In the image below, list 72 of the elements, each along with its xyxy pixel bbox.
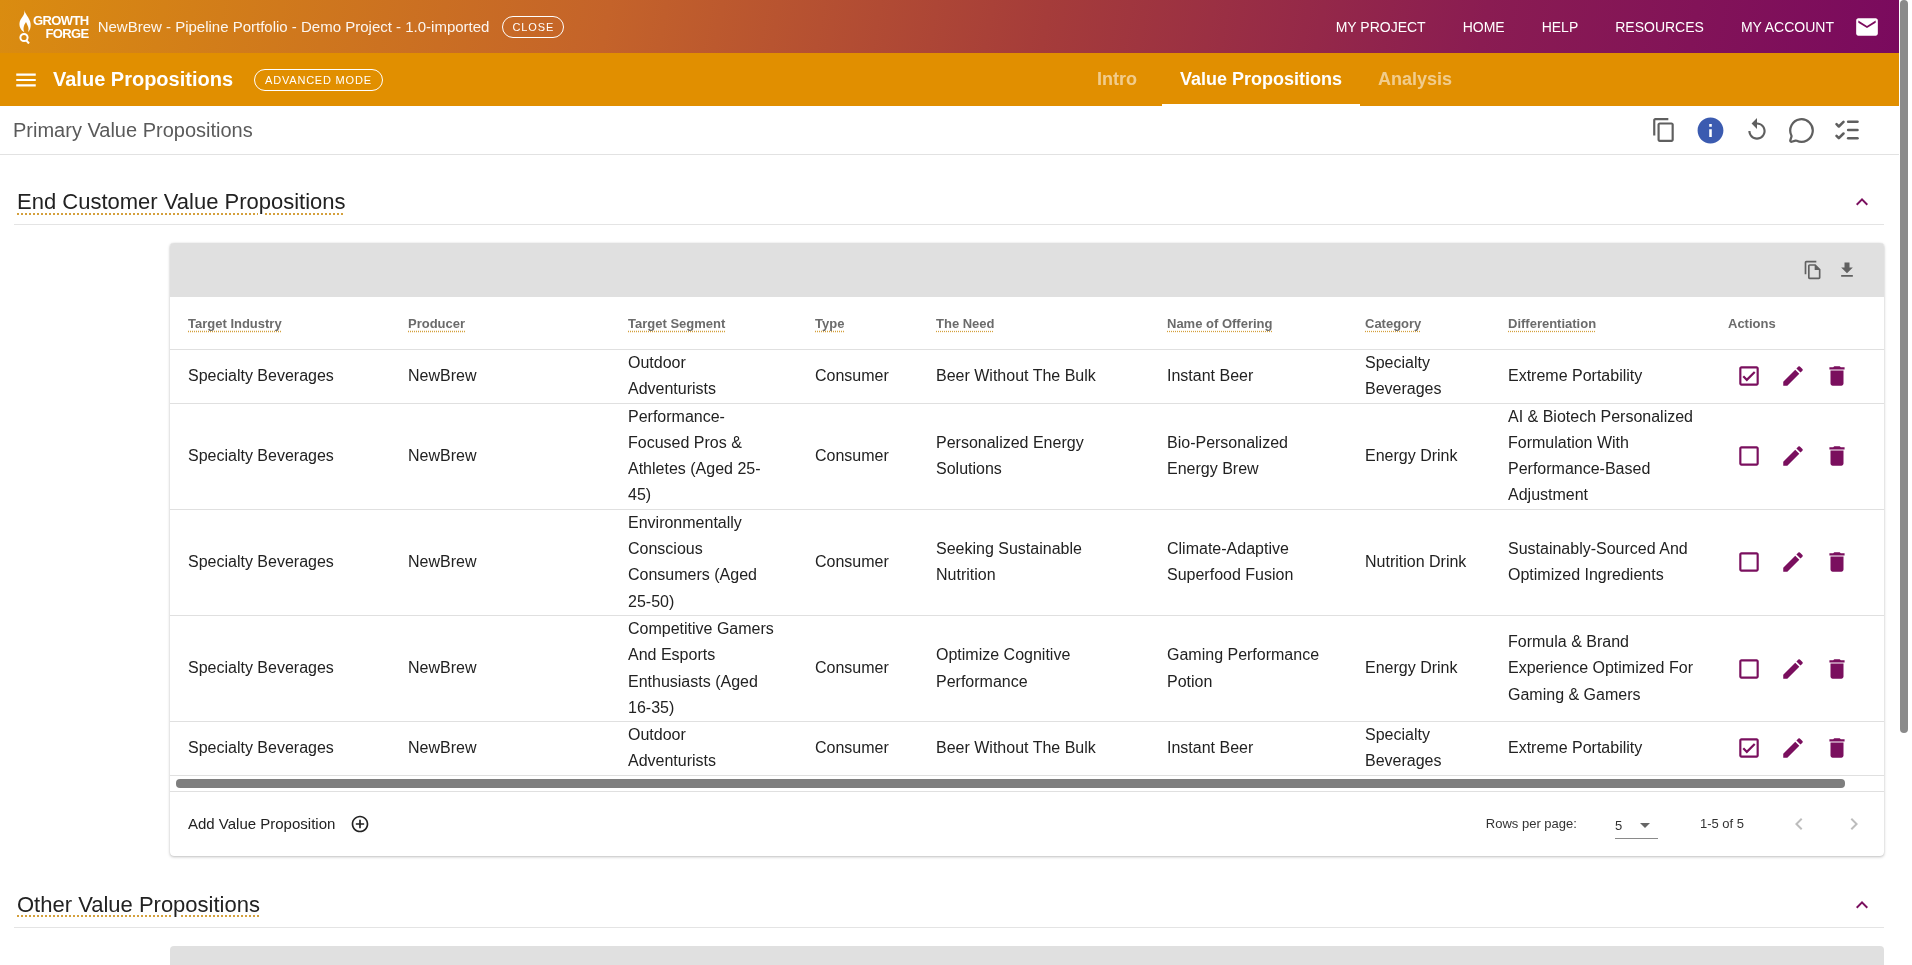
copy-icon[interactable] <box>1803 260 1823 280</box>
table-cell-text: Gaming Performance Potion <box>1166 645 1321 692</box>
column-header[interactable]: Target Industry <box>170 315 390 331</box>
table-cell-text: Energy Drink <box>1364 446 1459 467</box>
section-heading: Primary Value Propositions <box>13 118 253 142</box>
table-cell-text: Environmentally Conscious Consumers (Aged 25-50) <box>627 512 758 612</box>
nav-link[interactable]: HOME <box>1462 18 1505 35</box>
table-cell-text: Seeking Sustainable Nutrition <box>935 539 1083 586</box>
table-cell-text: Bio-Personalized Energy Brew <box>1166 432 1289 480</box>
scrollbar-thumb[interactable] <box>1900 0 1908 733</box>
nav-link[interactable]: RESOURCES <box>1615 18 1704 35</box>
table-cell-text: Consumer <box>814 552 890 573</box>
page-range: 1-5 of 5 <box>1699 816 1744 832</box>
table-cell-text: Energy Drink <box>1364 658 1459 679</box>
table-cell-text: AI & Biotech Personalized Formulation With Performance-Based Adjustment <box>1507 406 1694 506</box>
column-header[interactable]: Target Segment <box>610 315 797 331</box>
table-cell-text: Specialty Beverages <box>187 552 335 573</box>
table-cell-text: Consumer <box>814 738 890 759</box>
table-cell-text: Extreme Portability <box>1507 738 1644 759</box>
table-cell-text: Performance-Focused Pros & Athletes (Aged 25-45) <box>627 406 762 506</box>
column-header: Actions <box>1727 315 1777 331</box>
section-title: Other Value Propositions <box>17 890 261 919</box>
section-title: End Customer Value Propositions <box>17 188 347 216</box>
column-header[interactable]: Type <box>797 315 918 331</box>
nav-link[interactable]: MY PROJECT <box>1335 18 1426 35</box>
column-header[interactable]: Producer <box>390 315 610 331</box>
table-cell-text: Specialty Beverages <box>187 738 335 759</box>
table-cell-text: Specialty Beverages <box>187 658 335 679</box>
table-cell-text: Consumer <box>814 658 890 679</box>
rows-per-page-select[interactable]: 5 <box>1614 808 1658 839</box>
speech-bubble-icon[interactable] <box>1788 116 1815 144</box>
table-cell-text: Consumer <box>814 366 890 387</box>
table-cell-text: Specialty Beverages <box>1364 725 1443 772</box>
table-cell-text: Competitive Gamers And Esports Enthusiasts (Aged 16-35) <box>627 618 775 718</box>
table-cell-text: Instant Beer <box>1166 366 1255 387</box>
table-cell-text: Beer Without The Bulk <box>935 366 1097 387</box>
table-cell-text: Formula & Brand Experience Optimized For Gaming & Gamers <box>1507 632 1694 705</box>
column-header[interactable]: Name of Offering <box>1149 315 1347 331</box>
caret-icon <box>1639 822 1650 828</box>
nav-link[interactable]: HELP <box>1541 18 1579 35</box>
copy-icon[interactable] <box>1651 117 1677 143</box>
table-cell-text: NewBrew <box>407 552 478 573</box>
table-cell-text: Personalized Energy Solutions <box>935 432 1085 480</box>
logo-text: GROWTH <box>33 13 89 27</box>
table-cell-text: Specialty Beverages <box>187 446 335 467</box>
page-title: Value Propositions <box>53 68 234 91</box>
table-cell-text: Instant Beer <box>1166 738 1255 759</box>
table-cell-text: NewBrew <box>407 446 478 467</box>
table-cell-text: NewBrew <box>407 366 478 387</box>
table-cell-text: Nutrition Drink <box>1364 552 1468 573</box>
column-header[interactable]: Differentiation <box>1490 315 1710 331</box>
column-header[interactable]: The Need <box>918 315 1149 331</box>
table-cell-text: Beer Without The Bulk <box>935 738 1097 759</box>
table-cell-text: Specialty Beverages <box>187 366 335 387</box>
table-cell-text: NewBrew <box>407 738 478 759</box>
table-cell-text: Consumer <box>814 446 890 467</box>
table-cell-text: Optimize Cognitive Performance <box>935 645 1072 692</box>
table-cell-text: Climate-Adaptive Superfood Fusion <box>1166 539 1295 586</box>
flame-logo-icon <box>17 9 32 44</box>
project-title: NewBrew - Pipeline Portfolio - Demo Project - 1.0-imported <box>97 18 490 35</box>
column-header[interactable]: Category <box>1347 315 1490 331</box>
table-cell-text: Outdoor Adventurists <box>627 353 718 400</box>
table-cell-text: NewBrew <box>407 658 478 679</box>
add-value-proposition-button[interactable]: Add Value Proposition <box>188 813 371 834</box>
logo-text: FORGE <box>45 26 89 40</box>
table-cell-text: Outdoor Adventurists <box>627 725 718 772</box>
table-cell-text: Specialty Beverages <box>1364 353 1443 400</box>
horizontal-scrollbar-thumb[interactable] <box>176 779 1845 788</box>
nav-link[interactable]: MY ACCOUNT <box>1740 18 1834 35</box>
rows-per-page-label: Rows per page: <box>1485 816 1577 832</box>
table-cell-text: Sustainably-Sourced And Optimized Ingredients <box>1507 539 1689 586</box>
table-cell-text: Extreme Portability <box>1507 366 1644 387</box>
